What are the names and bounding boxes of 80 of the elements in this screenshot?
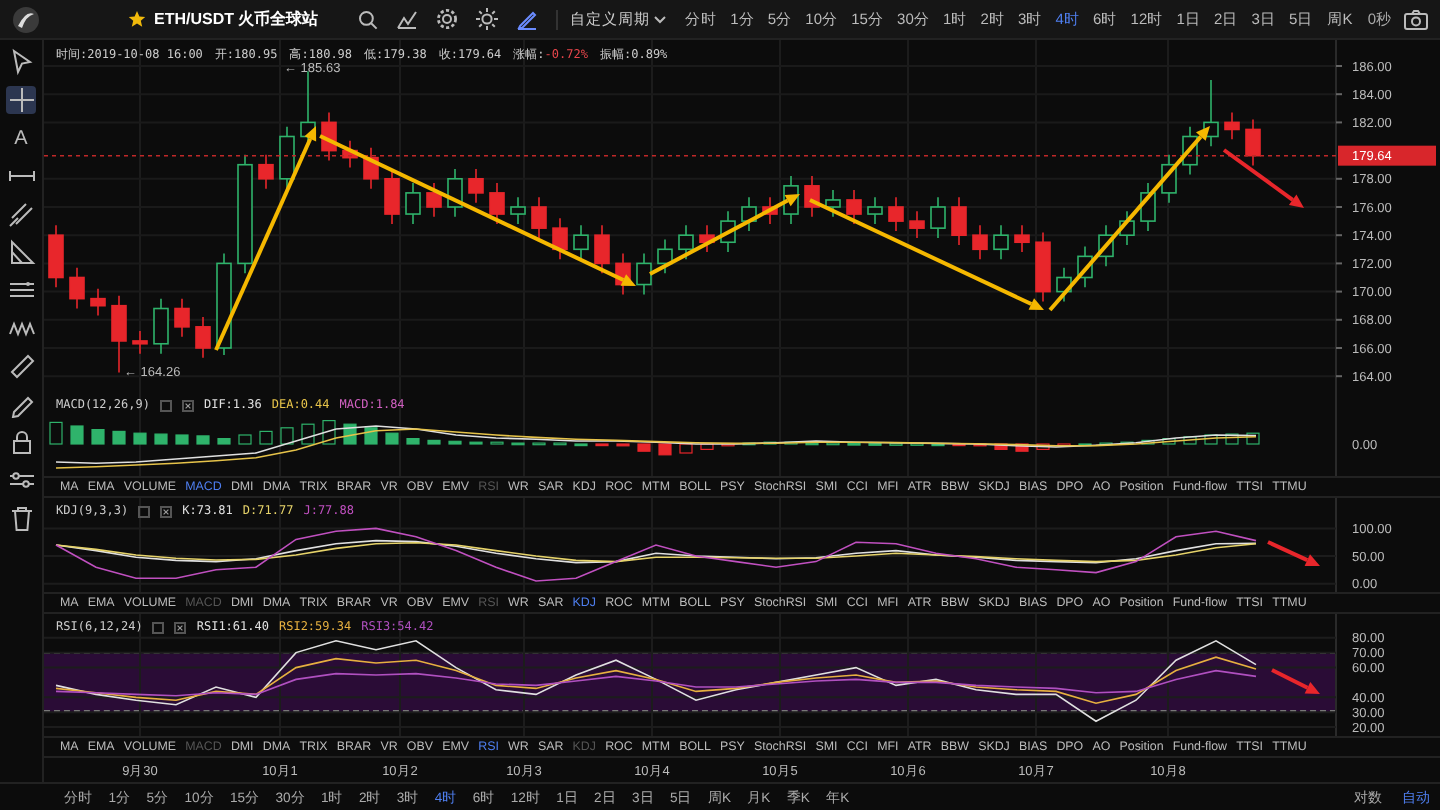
caret-icon <box>654 15 667 23</box>
candlestick <box>447 168 463 218</box>
candlestick <box>888 196 904 232</box>
candlestick <box>1161 154 1177 204</box>
candlestick <box>258 154 274 190</box>
candlestick <box>552 217 568 260</box>
trend-arrow <box>1271 668 1320 694</box>
sliders-icon[interactable] <box>6 466 36 494</box>
candlestick <box>405 182 421 225</box>
candlestick <box>804 175 820 218</box>
trend-arrow <box>1222 148 1304 208</box>
text-tool-button[interactable]: A <box>6 124 36 152</box>
candlestick <box>1245 118 1261 167</box>
candlestick <box>111 295 127 374</box>
pane-settings-button[interactable] <box>159 399 172 411</box>
candlestick <box>1056 266 1072 303</box>
candlestick <box>489 182 505 225</box>
candlestick <box>1077 245 1093 289</box>
star-icon[interactable] <box>128 10 146 28</box>
candlestick <box>867 196 883 225</box>
settings-icon[interactable] <box>436 8 459 30</box>
candlestick <box>90 287 106 317</box>
candlestick <box>195 316 211 359</box>
trash-icon[interactable] <box>6 504 36 532</box>
candlestick <box>699 224 715 253</box>
parallel-lines-icon[interactable] <box>6 200 36 228</box>
candlestick <box>153 297 169 355</box>
close-icon[interactable] <box>160 505 173 517</box>
candlestick <box>972 224 988 260</box>
sun-icon[interactable] <box>476 8 499 30</box>
candlestick <box>1014 224 1030 253</box>
candlestick <box>510 196 526 225</box>
candlestick <box>216 252 232 356</box>
candlestick <box>951 196 967 246</box>
camera-icon[interactable] <box>1404 9 1428 29</box>
symbol-title: ETH/USDT 火币全球站 <box>154 8 319 30</box>
candlestick <box>48 224 64 289</box>
candlestick <box>678 224 694 260</box>
candlestick <box>1140 182 1156 232</box>
candlestick <box>1224 111 1240 141</box>
ruler-icon[interactable] <box>6 352 36 380</box>
logo-icon <box>12 5 40 33</box>
candlestick <box>741 196 757 232</box>
candlestick <box>384 168 400 225</box>
triangle-icon[interactable] <box>6 238 36 266</box>
candlestick <box>993 224 1009 260</box>
candlestick <box>342 139 358 169</box>
candlestick <box>846 189 862 225</box>
candlestick <box>657 238 673 275</box>
trend-arrow <box>1267 540 1320 566</box>
close-icon[interactable] <box>174 621 187 633</box>
candlestick <box>468 168 484 204</box>
close-icon[interactable] <box>181 399 194 411</box>
pen-icon[interactable] <box>516 8 539 30</box>
candlestick <box>132 330 148 355</box>
candlestick <box>237 154 253 275</box>
candlestick <box>720 210 736 253</box>
candlestick <box>930 196 946 239</box>
pane-settings-button[interactable] <box>138 505 151 517</box>
candlestick <box>1098 224 1114 268</box>
candlestick <box>321 111 337 162</box>
line-chart-icon[interactable] <box>396 9 419 29</box>
candlestick <box>573 224 589 260</box>
candlestick <box>174 297 190 338</box>
crosshair-icon[interactable] <box>6 86 36 114</box>
candlestick <box>1119 210 1135 246</box>
candlestick <box>1182 125 1198 176</box>
candlestick <box>363 147 379 190</box>
search-icon[interactable] <box>358 9 379 29</box>
candlestick <box>825 189 841 218</box>
candlestick <box>531 196 547 239</box>
candlestick <box>636 252 652 296</box>
candlestick <box>426 182 442 218</box>
candlestick <box>69 266 85 310</box>
candlestick <box>762 196 778 225</box>
pane-settings-button[interactable] <box>152 621 165 633</box>
candlestick <box>909 210 925 239</box>
candlestick <box>594 224 610 275</box>
candlestick <box>279 125 295 190</box>
candlestick <box>1035 231 1051 303</box>
